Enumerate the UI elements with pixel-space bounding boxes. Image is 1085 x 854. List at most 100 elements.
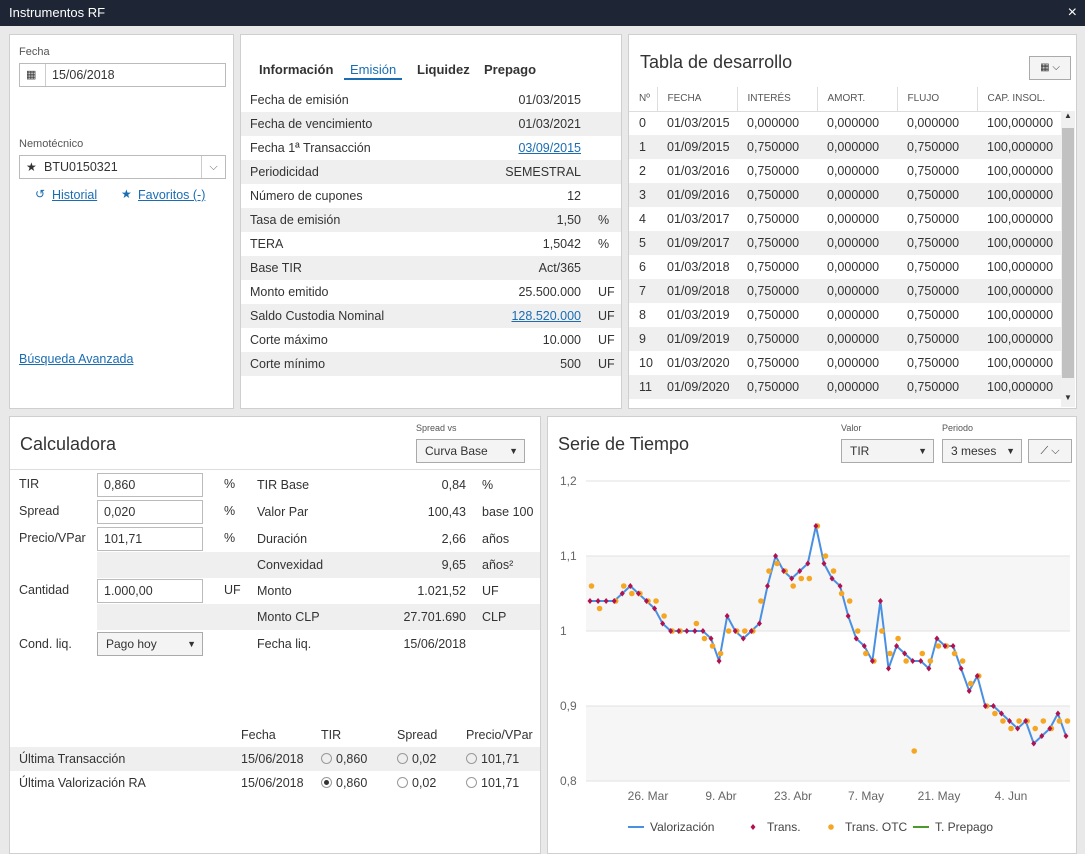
calc-result-unit: UF xyxy=(482,584,499,598)
info-value: SEMESTRAL xyxy=(505,165,581,179)
table-cell: 0,750000 xyxy=(737,183,817,207)
table-row: 7 01/09/2018 0,750000 0,000000 0,750000 100,0… xyxy=(629,279,1061,303)
point-trans-otc xyxy=(854,628,861,634)
table-cell: 100,000000 xyxy=(987,356,1054,370)
fecha-label: Fecha xyxy=(19,46,50,58)
chart-type-button[interactable]: ⟋ ⌵ xyxy=(1028,439,1072,463)
point-trans-otc xyxy=(693,620,700,627)
calc-input-field[interactable]: 0,860 xyxy=(97,473,203,497)
calendar-icon[interactable]: ▦ xyxy=(26,64,46,86)
radio-button[interactable] xyxy=(397,753,408,764)
table-cell: 01/09/2018 xyxy=(657,279,737,303)
radio-button[interactable] xyxy=(321,777,332,788)
point-trans-otc xyxy=(1008,725,1014,732)
info-unit: UF xyxy=(598,357,615,371)
dropdown-arrow-icon: ▼ xyxy=(1006,446,1015,456)
nemotecnico-select[interactable]: ★ BTU0150321 ⌵ xyxy=(19,155,226,179)
legend-label[interactable]: Trans. OTC xyxy=(845,820,908,834)
spread-vs-select[interactable]: Curva Base ▼ xyxy=(416,439,525,463)
table-cell: 5 xyxy=(629,231,657,255)
history-icon[interactable]: ↺ xyxy=(35,187,45,201)
star-icon: ★ xyxy=(26,160,37,174)
close-icon[interactable]: × xyxy=(1068,0,1077,26)
periodo-label: Periodo xyxy=(942,423,974,433)
tab-prepago[interactable]: Prepago xyxy=(484,62,536,77)
table-row: 5 01/09/2017 0,750000 0,000000 0,750000 100,0… xyxy=(629,231,1061,255)
table-view-button[interactable]: ▦ ⌵ xyxy=(1029,56,1071,80)
table-cell: 6 xyxy=(639,260,646,274)
calc-result-unit: años xyxy=(482,532,510,546)
grid-band xyxy=(586,556,1070,631)
radio-button[interactable] xyxy=(397,777,408,788)
table-cell: 0,000000 xyxy=(827,260,880,274)
table-cell: 0,000000 xyxy=(747,116,800,131)
point-trans-otc xyxy=(629,590,635,597)
desarrollo-table: Nº FECHA INTERÉS AMORT. FLUJO CAP. INSOL. 0 01… xyxy=(629,87,1061,399)
info-row: Número de cupones 12 xyxy=(241,184,621,208)
table-cell: 0,000000 xyxy=(827,116,880,131)
calc-input-label: Spread xyxy=(19,504,60,518)
tab-emision[interactable]: Emisión xyxy=(344,62,403,80)
radio-button[interactable] xyxy=(321,753,332,764)
table-cell: 0,000000 xyxy=(827,164,880,178)
point-trans-otc xyxy=(887,650,893,657)
cond-liq-select[interactable]: Pago hoy ▼ xyxy=(97,632,203,656)
table-cell: 0,000000 xyxy=(907,116,960,131)
star-icon[interactable]: ★ xyxy=(121,187,132,201)
info-label: Fecha de emisión xyxy=(250,93,349,107)
point-trans-otc xyxy=(766,568,772,574)
table-cell: 100,000000 xyxy=(987,308,1054,322)
radio-button[interactable] xyxy=(466,753,477,764)
table-cell: 0,750000 xyxy=(907,164,960,178)
radio-option[interactable]: 0,860 xyxy=(321,771,367,795)
info-value: 1,5042 xyxy=(542,237,581,251)
radio-option[interactable]: 101,71 xyxy=(466,747,519,771)
legend-label[interactable]: Trans. xyxy=(767,820,801,834)
valor-select[interactable]: TIR ▼ xyxy=(841,439,934,463)
column-header: FLUJO xyxy=(896,87,977,112)
table-cell: 0,750000 xyxy=(747,212,800,226)
calc-result-unit: años² xyxy=(482,558,514,572)
table-cell: 2 xyxy=(639,164,646,178)
periodo-select[interactable]: 3 meses ▼ xyxy=(942,439,1022,463)
legend-label[interactable]: T. Prepago xyxy=(935,820,993,834)
tab-informacion[interactable]: Información xyxy=(259,62,333,77)
cond-liq-label: Cond. liq. xyxy=(19,637,72,651)
busqueda-avanzada-link[interactable]: Búsqueda Avanzada xyxy=(19,352,133,366)
fecha-input[interactable]: ▦ 15/06/2018 xyxy=(19,63,226,87)
info-row: Tasa de emisión 1,50% xyxy=(241,208,621,232)
row-shade xyxy=(97,604,250,630)
favoritos-link[interactable]: Favoritos (-) xyxy=(138,188,205,202)
table-row: 11 01/09/2020 0,750000 0,000000 0,750000 100,… xyxy=(629,375,1061,399)
calc-result-value: 2,66 xyxy=(441,532,466,546)
chevron-down-icon[interactable]: ⌵ xyxy=(201,156,225,178)
radio-button[interactable] xyxy=(466,777,477,788)
info-value-link[interactable]: 128.520.000 xyxy=(511,304,581,328)
radio-option[interactable]: 0,02 xyxy=(397,747,436,771)
point-trans-otc xyxy=(1056,718,1063,724)
calc-input-label: TIR xyxy=(19,477,40,491)
x-tick-label: 26. Mar xyxy=(628,789,669,803)
radio-option[interactable]: 0,860 xyxy=(321,747,367,771)
legend-label[interactable]: Valorización xyxy=(650,820,714,834)
point-trans-otc xyxy=(951,650,958,657)
hist-row: Última Valorización RA 15/06/2018 0,860 0,0… xyxy=(10,771,540,795)
info-value-link[interactable]: 03/09/2015 xyxy=(518,136,581,160)
info-row: Base TIR Act/365 xyxy=(241,256,621,280)
table-cell: 100,000000 xyxy=(987,116,1054,131)
scrollbar[interactable]: ▲ ▼ xyxy=(1061,111,1075,407)
table-row: 0 01/03/2015 0,000000 0,000000 0,000000 100,0… xyxy=(629,111,1061,135)
radio-option[interactable]: 0,02 xyxy=(397,771,436,795)
calc-input-field[interactable]: 101,71 xyxy=(97,527,203,551)
scrollbar-thumb[interactable] xyxy=(1062,128,1074,378)
legend-swatch xyxy=(828,824,834,830)
historial-link[interactable]: Historial xyxy=(52,188,97,202)
calc-input-field[interactable]: 1.000,00 xyxy=(97,579,203,603)
calc-input-field[interactable]: 0,020 xyxy=(97,500,203,524)
info-value: 10.000 xyxy=(542,333,581,347)
nemotecnico-label: Nemotécnico xyxy=(19,138,84,150)
table-cell: 0,750000 xyxy=(907,356,960,370)
point-trans-otc xyxy=(1016,718,1022,724)
tab-liquidez[interactable]: Liquidez xyxy=(417,62,470,77)
radio-option[interactable]: 101,71 xyxy=(466,771,519,795)
